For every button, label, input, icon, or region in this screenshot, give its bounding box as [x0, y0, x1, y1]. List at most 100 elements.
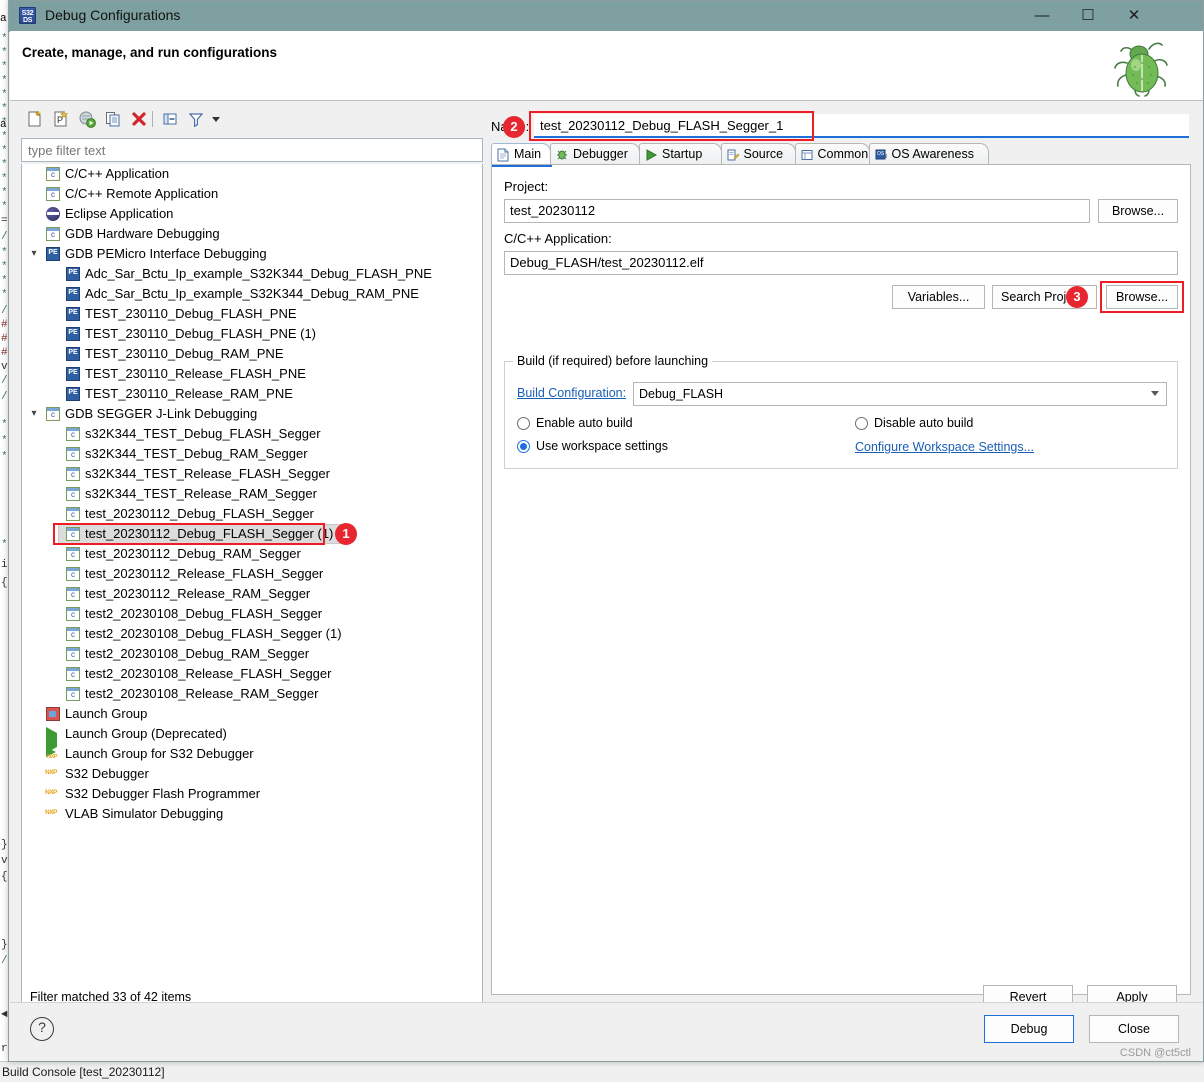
tab-source[interactable]: Source	[720, 143, 796, 165]
background-code-glyph: *	[1, 435, 8, 447]
tree-item-selected[interactable]: test_20230112_Debug_FLASH_Segger (1)	[22, 524, 482, 544]
tab-os-awareness[interactable]: OS OS Awareness	[868, 143, 989, 165]
background-code-glyph: *	[1, 201, 8, 213]
c-app-icon	[66, 547, 80, 561]
configure-workspace-settings-link[interactable]: Configure Workspace Settings...	[855, 440, 1034, 454]
tree-item-label: s32K344_TEST_Release_FLASH_Segger	[85, 466, 330, 481]
tree-item[interactable]: GDB Hardware Debugging	[22, 224, 482, 244]
c-app-icon	[66, 587, 80, 601]
minimize-button[interactable]: —	[1019, 1, 1065, 31]
tree-item[interactable]: Adc_Sar_Bctu_Ip_example_S32K344_Debug_RA…	[22, 284, 482, 304]
nxp-icon	[45, 787, 60, 801]
tree-item[interactable]: TEST_230110_Release_FLASH_PNE	[22, 364, 482, 384]
tree-item-label: TEST_230110_Debug_FLASH_PNE	[85, 306, 297, 321]
tree-item[interactable]: test2_20230108_Release_FLASH_Segger	[22, 664, 482, 684]
tree-item[interactable]: TEST_230110_Debug_FLASH_PNE (1)	[22, 324, 482, 344]
configurations-tree[interactable]: C/C++ Application C/C++ Remote Applicatio…	[21, 164, 483, 1013]
tab-main[interactable]: Main	[491, 143, 551, 165]
disable-auto-build-label[interactable]: Disable auto build	[874, 416, 973, 430]
background-code-glyph: *	[1, 131, 8, 143]
tab-label: Startup	[662, 147, 703, 161]
configuration-name-input[interactable]	[534, 114, 1189, 138]
collapse-all-icon[interactable]	[160, 109, 180, 129]
build-configuration-select[interactable]: Debug_FLASH	[633, 382, 1167, 406]
application-browse-button[interactable]: Browse...	[1106, 285, 1178, 309]
filter-icon[interactable]	[186, 109, 206, 129]
new-prototype-icon[interactable]: P	[51, 109, 71, 129]
tree-item[interactable]: s32K344_TEST_Debug_RAM_Segger	[22, 444, 482, 464]
project-label: Project:	[504, 179, 549, 194]
tree-item[interactable]: test_20230112_Release_FLASH_Segger	[22, 564, 482, 584]
tree-item[interactable]: C/C++ Application	[22, 164, 482, 184]
application-field[interactable]: Debug_FLASH/test_20230112.elf	[504, 251, 1178, 275]
tree-item[interactable]: S32 Debugger Flash Programmer	[22, 784, 482, 804]
tree-item[interactable]: Launch Group	[22, 704, 482, 724]
use-workspace-settings-label[interactable]: Use workspace settings	[536, 439, 668, 453]
background-code-glyph: *	[1, 159, 8, 171]
tree-item[interactable]: Eclipse Application	[22, 204, 482, 224]
tree-item[interactable]: VLAB Simulator Debugging	[22, 804, 482, 824]
close-button[interactable]: Close	[1089, 1015, 1179, 1043]
main-tab-panel: Project: test_20230112 Browse... C/C++ A…	[491, 164, 1191, 995]
tree-item[interactable]: test2_20230108_Debug_FLASH_Segger	[22, 604, 482, 624]
tab-common[interactable]: Common	[794, 143, 870, 165]
tree-item[interactable]: ▾ GDB PEMicro Interface Debugging	[22, 244, 482, 264]
tree-item[interactable]: TEST_230110_Debug_RAM_PNE	[22, 344, 482, 364]
tree-item[interactable]: test2_20230108_Debug_FLASH_Segger (1)	[22, 624, 482, 644]
tree-item[interactable]: C/C++ Remote Application	[22, 184, 482, 204]
tree-item[interactable]: test_20230112_Debug_FLASH_Segger	[22, 504, 482, 524]
tree-item[interactable]: Launch Group for S32 Debugger	[22, 744, 482, 764]
tab-startup[interactable]: Startup	[639, 143, 722, 165]
tree-item[interactable]: test2_20230108_Release_RAM_Segger	[22, 684, 482, 704]
tree-item-label: Adc_Sar_Bctu_Ip_example_S32K344_Debug_RA…	[85, 286, 419, 301]
tree-item-label: TEST_230110_Debug_FLASH_PNE (1)	[85, 326, 316, 341]
build-configuration-link[interactable]: Build Configuration:	[517, 386, 626, 400]
background-code-glyph: *	[1, 61, 8, 73]
disable-auto-build-radio[interactable]	[855, 417, 868, 430]
tab-label: Common	[817, 147, 869, 161]
tree-item[interactable]: test2_20230108_Debug_RAM_Segger	[22, 644, 482, 664]
tree-item-label: GDB SEGGER J-Link Debugging	[65, 406, 258, 421]
background-code-glyph: v	[1, 361, 8, 373]
project-browse-button[interactable]: Browse...	[1098, 199, 1178, 223]
project-field[interactable]: test_20230112	[504, 199, 1090, 223]
chevron-down-icon[interactable]: ▾	[26, 404, 42, 424]
duplicate-icon[interactable]	[103, 109, 123, 129]
tree-item-label: test_20230112_Release_RAM_Segger	[85, 586, 311, 601]
question-mark-icon[interactable]: ?	[30, 1017, 54, 1041]
export-icon[interactable]	[77, 109, 97, 129]
background-code-glyph: /	[1, 305, 8, 317]
tree-item[interactable]: s32K344_TEST_Debug_FLASH_Segger	[22, 424, 482, 444]
tree-item[interactable]: s32K344_TEST_Release_FLASH_Segger	[22, 464, 482, 484]
enable-auto-build-radio[interactable]	[517, 417, 530, 430]
tree-item[interactable]: s32K344_TEST_Release_RAM_Segger	[22, 484, 482, 504]
enable-auto-build-label[interactable]: Enable auto build	[536, 416, 633, 430]
chevron-down-icon[interactable]: ▾	[26, 244, 42, 264]
close-window-button[interactable]: ✕	[1111, 1, 1157, 31]
background-code-glyph: *	[1, 419, 8, 431]
tree-item[interactable]: ▾ GDB SEGGER J-Link Debugging	[22, 404, 482, 424]
background-code-glyph: *	[1, 103, 8, 115]
view-menu-icon[interactable]	[209, 109, 223, 129]
tree-item-label: s32K344_TEST_Debug_FLASH_Segger	[85, 426, 321, 441]
background-status-bar: Build Console [test_20230112]	[0, 1061, 1204, 1082]
debug-button[interactable]: Debug	[984, 1015, 1074, 1043]
tree-item[interactable]: TEST_230110_Debug_FLASH_PNE	[22, 304, 482, 324]
tree-item[interactable]: test_20230112_Release_RAM_Segger	[22, 584, 482, 604]
tree-item[interactable]: S32 Debugger	[22, 764, 482, 784]
maximize-button[interactable]: ☐	[1065, 1, 1111, 31]
background-code-glyph: =	[1, 215, 8, 227]
tree-item[interactable]: TEST_230110_Release_RAM_PNE	[22, 384, 482, 404]
tree-item[interactable]: Adc_Sar_Bctu_Ip_example_S32K344_Debug_FL…	[22, 264, 482, 284]
tree-item-label: S32 Debugger Flash Programmer	[65, 786, 261, 801]
tree-item[interactable]: Launch Group (Deprecated)	[22, 724, 482, 753]
variables-button[interactable]: Variables...	[892, 285, 985, 309]
tab-debugger[interactable]: Debugger	[550, 143, 640, 165]
new-configuration-icon[interactable]	[25, 109, 45, 129]
search-input[interactable]	[21, 138, 483, 162]
delete-icon[interactable]	[129, 109, 149, 129]
c-app-icon	[66, 627, 80, 641]
common-tab-icon	[800, 148, 814, 162]
use-workspace-settings-radio[interactable]	[517, 440, 530, 453]
tree-item[interactable]: test_20230112_Debug_RAM_Segger	[22, 544, 482, 564]
